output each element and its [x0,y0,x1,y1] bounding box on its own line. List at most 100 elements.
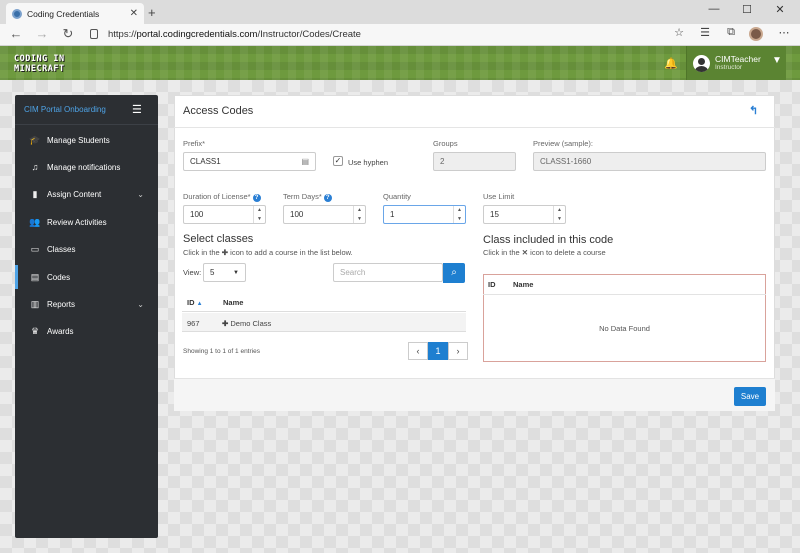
lock-icon[interactable] [90,29,98,39]
column-header-id[interactable]: ID [488,280,496,289]
card-icon: ▤ [30,271,40,282]
spinner-arrows-icon[interactable]: ▲ ▼ [553,206,565,223]
info-icon[interactable]: ? [252,194,261,202]
sidebar-item-classes[interactable]: ▭ Classes [15,237,158,261]
new-tab-button[interactable]: + [148,5,156,20]
minimize-button[interactable]: — [704,3,724,15]
sidebar-title[interactable]: CIM Portal Onboarding [24,105,106,114]
sidebar-item-assign-content[interactable]: ▮ Assign Content ⌄ [15,182,158,206]
user-menu-chevron-down-icon[interactable]: ▼ [772,55,782,66]
chevron-down-icon: ⌄ [137,189,144,199]
sort-ascending-icon: ▲ [196,301,203,307]
tab-close-icon[interactable]: ✕ [130,8,138,19]
row-name: Demo Class [230,319,272,328]
hint-text-after: icon to delete a course [530,248,606,257]
use-limit-input[interactable]: 15 ▲ ▼ [483,205,566,224]
prefix-input[interactable]: CLASS1 ▤ [183,152,316,171]
page-size-select[interactable]: 5 ▼ [203,263,246,282]
favorite-star-icon[interactable]: ☆ [671,26,687,39]
url-host: portal.codingcredentials.com [136,29,258,40]
row-id: 967 [187,319,200,328]
clipboard-icon: ▮ [32,188,38,199]
user-name: CIMTeacher [715,54,761,64]
site-favicon-icon [12,8,22,19]
more-options-icon[interactable]: ⋯ [776,26,792,39]
spinner-arrows-icon[interactable]: ▲ ▼ [253,206,265,223]
groups-label: Groups [433,139,458,148]
use-hyphen-checkbox[interactable]: ✓ [333,156,343,166]
user-review-icon: 👥 [29,216,41,227]
sidebar-item-label: Manage Students [47,135,110,145]
hint-text-before: Click in the [483,248,520,257]
user-role: Instructor [715,64,743,71]
collections-icon[interactable]: ⧉ [723,26,739,39]
use-hyphen-label: Use hyphen [348,158,389,167]
pagination: ‹ 1 › [408,342,468,360]
favorites-list-icon[interactable]: ☰ [697,26,713,39]
prefix-value: CLASS1 [190,157,221,166]
sidebar-item-label: Assign Content [47,189,102,199]
prefix-label: Prefix* [183,139,206,148]
sidebar-item-manage-notifications[interactable]: ♫ Manage notifications [15,155,158,179]
included-classes-title: Class included in this code [483,234,614,246]
spinner-arrows-icon[interactable]: ▲ ▼ [453,206,465,223]
column-header-name[interactable]: Name [223,298,243,307]
column-header-id[interactable]: ID ▲ [187,298,203,307]
save-button[interactable]: Save [734,387,766,406]
duration-label: Duration of License*? [183,192,261,202]
add-class-link[interactable]: ✚ Demo Class [222,319,271,328]
sidebar-item-codes[interactable]: ▤ Codes [15,265,158,289]
info-icon[interactable]: ? [323,194,332,202]
maximize-button[interactable]: ☐ [737,3,757,16]
sidebar-item-label: Awards [47,326,74,336]
user-menu[interactable]: CIMTeacher Instructor [686,46,786,80]
next-page-button[interactable]: › [448,342,468,360]
sidebar-item-manage-students[interactable]: 🎓 Manage Students [15,128,158,152]
sidebar-item-reports[interactable]: ▥ Reports ⌄ [15,292,158,316]
page-button[interactable]: 1 [428,342,448,360]
window-close-button[interactable]: ✕ [770,3,790,16]
sidebar-item-label: Manage notifications [47,162,121,172]
url-path: /Instructor/Codes/Create [257,29,361,40]
browser-profile-avatar[interactable] [749,27,763,41]
logo-line-1: CODING IN [14,54,65,64]
sidebar-item-review-activities[interactable]: 👥 Review Activities [15,210,158,234]
url-prefix: https:// [108,29,137,40]
sidebar-item-awards[interactable]: ♛ Awards [15,319,158,343]
term-days-input[interactable]: 100 ▲ ▼ [283,205,366,224]
term-days-label: Term Days*? [283,192,332,202]
hamburger-menu-icon[interactable]: ☰ [132,103,142,116]
preview-label: Preview (sample): [533,139,594,148]
quantity-input[interactable]: 1 ▲ ▼ [383,205,466,224]
page-size-value: 5 [210,268,215,277]
forward-arrow-icon[interactable]: → [34,26,50,41]
spinner-arrows-icon[interactable]: ▲ ▼ [353,206,365,223]
entries-info: Showing 1 to 1 of 1 entries [183,348,260,355]
hint-text-after: icon to add a course in the list below. [230,248,353,257]
included-classes-hint: Click in the ✕ icon to delete a course [483,248,606,257]
refresh-icon[interactable]: ↻ [60,26,76,42]
column-header-name[interactable]: Name [513,280,533,289]
table-divider [483,294,766,295]
card-footer [174,378,775,411]
card-header [174,95,775,128]
search-input[interactable]: Search [333,263,443,282]
notification-bell-icon[interactable]: 🔔 [664,57,678,70]
chevron-down-icon: ⌄ [137,299,144,309]
url-field[interactable]: https://portal.codingcredentials.com/Ins… [108,29,361,40]
duration-input[interactable]: 100 ▲ ▼ [183,205,266,224]
groups-input[interactable]: 2 [433,152,516,171]
site-logo[interactable]: CODING IN MINECRAFT [14,54,65,74]
site-header [0,46,800,80]
table-divider [182,311,466,312]
browser-tab[interactable]: Coding Credentials ✕ [6,3,144,24]
plus-icon: ✚ [221,248,229,257]
term-days-value: 100 [290,210,304,219]
trophy-icon: ♛ [30,325,40,336]
previous-page-button[interactable]: ‹ [408,342,428,360]
search-placeholder: Search [340,268,366,277]
search-button[interactable]: ⌕ [443,263,465,283]
back-arrow-icon[interactable]: ← [8,26,24,41]
empty-state: No Data Found [599,324,650,333]
back-icon[interactable]: ↰ [749,104,758,117]
